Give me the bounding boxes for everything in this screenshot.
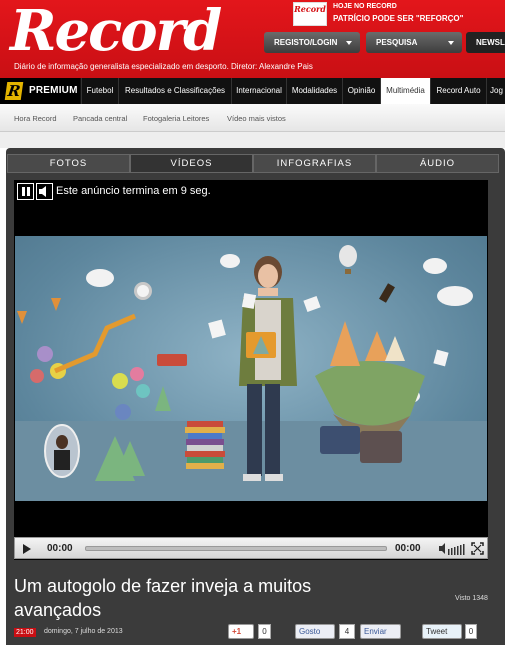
current-time: 00:00 <box>47 543 73 554</box>
premium-label: PREMIUM <box>29 85 78 96</box>
gplus-label: +1 <box>232 627 242 636</box>
login-button[interactable]: REGISTO/LOGIN <box>264 32 360 53</box>
site-tagline: Diário de informação generalista especia… <box>14 62 313 71</box>
ad-bar: Este anúncio termina em 9 seg. <box>14 180 488 202</box>
promo-thumbnail[interactable]: Record <box>293 2 327 26</box>
sub-nav: Hora Record Pancada central Fotogaleria … <box>0 104 505 132</box>
video-scene-image <box>15 245 487 501</box>
tweet-label: Tweet <box>426 627 448 636</box>
newsletter-label: NEWSL <box>476 38 505 47</box>
pause-icon <box>22 187 25 196</box>
tweet-button[interactable]: Tweet <box>422 624 462 639</box>
tab-audio[interactable]: ÁUDIO <box>376 154 499 173</box>
play-icon[interactable] <box>23 544 31 554</box>
subnav-item-videos-mais-vistos[interactable]: Vídeo mais vistos <box>227 114 286 123</box>
facebook-like-count: 4 <box>339 624 355 639</box>
facebook-like-label: Gosto <box>299 627 321 636</box>
mute-button[interactable] <box>36 183 53 200</box>
fullscreen-icon[interactable] <box>471 542 484 555</box>
nav-item-record-auto[interactable]: Record Auto <box>430 78 486 104</box>
search-label: PESQUISA <box>376 38 418 47</box>
video-title: Um autogolo de fazer inveja a muitos ava… <box>14 576 312 620</box>
today-promo[interactable]: Record HOJE NO RECORD PATRÍCIO PODE SER … <box>293 2 505 26</box>
tab-infografias[interactable]: INFOGRAFIAS <box>253 154 376 173</box>
media-tabs: FOTOS VÍDEOS INFOGRAFIAS ÁUDIO <box>7 154 499 173</box>
tweet-count: 0 <box>465 624 477 639</box>
tab-fotos[interactable]: FOTOS <box>7 154 130 173</box>
video-frame[interactable] <box>15 236 487 501</box>
view-count: Visto 1348 <box>455 595 488 602</box>
nav-item-resultados[interactable]: Resultados e Classificações <box>118 78 231 104</box>
promo-kicker: HOJE NO RECORD <box>333 3 397 10</box>
expand-icon <box>471 542 484 555</box>
facebook-send-label: Enviar <box>364 627 387 636</box>
nav-item-multimedia[interactable]: Multimédia <box>380 78 430 104</box>
chevron-down-icon <box>448 41 454 45</box>
progress-slider[interactable] <box>85 546 387 551</box>
tab-videos[interactable]: VÍDEOS <box>130 154 253 173</box>
chevron-down-icon <box>346 41 352 45</box>
site-header: Record Diário de informação generalista … <box>0 0 505 78</box>
newsletter-button[interactable]: NEWSL <box>466 32 505 53</box>
subnav-item-hora-record[interactable]: Hora Record <box>14 114 57 123</box>
nav-item-jogos[interactable]: Jog <box>486 78 505 104</box>
pause-button[interactable] <box>17 183 34 200</box>
promo-headline[interactable]: PATRÍCIO PODE SER "REFORÇO" <box>333 14 463 23</box>
gplus-count: 0 <box>258 624 271 639</box>
volume-bars-icon <box>439 543 465 555</box>
total-time: 00:00 <box>395 543 421 554</box>
time-badge: 21:00 <box>14 628 36 637</box>
player-controls: 00:00 00:00 <box>14 537 488 559</box>
gplus-button[interactable]: +1 <box>228 624 254 639</box>
search-button[interactable]: PESQUISA <box>366 32 462 53</box>
nav-item-futebol[interactable]: Futebol <box>81 78 118 104</box>
record-logo[interactable]: Record <box>10 0 222 62</box>
divider-band <box>0 132 505 148</box>
facebook-like-button[interactable]: Gosto <box>295 624 335 639</box>
record-r-icon: R <box>4 82 24 100</box>
pause-icon-bar <box>27 187 30 196</box>
subnav-item-pancada-central[interactable]: Pancada central <box>73 114 127 123</box>
subnav-item-fotogaleria[interactable]: Fotogaleria Leitores <box>143 114 209 123</box>
page: Record Diário de informação generalista … <box>0 0 505 645</box>
speaker-icon <box>39 186 46 197</box>
volume-icon[interactable] <box>439 542 465 555</box>
nav-item-internacional[interactable]: Internacional <box>231 78 286 104</box>
nav-item-modalidades[interactable]: Modalidades <box>286 78 342 104</box>
login-label: REGISTO/LOGIN <box>274 38 338 47</box>
ad-countdown-text: Este anúncio termina em 9 seg. <box>56 185 211 197</box>
publish-date: domingo, 7 julho de 2013 <box>44 628 123 635</box>
main-nav: R PREMIUM Futebol Resultados e Classific… <box>0 78 505 104</box>
nav-item-opiniao[interactable]: Opinião <box>342 78 380 104</box>
premium-link[interactable]: R PREMIUM <box>0 78 80 104</box>
facebook-send-button[interactable]: Enviar <box>360 624 401 639</box>
